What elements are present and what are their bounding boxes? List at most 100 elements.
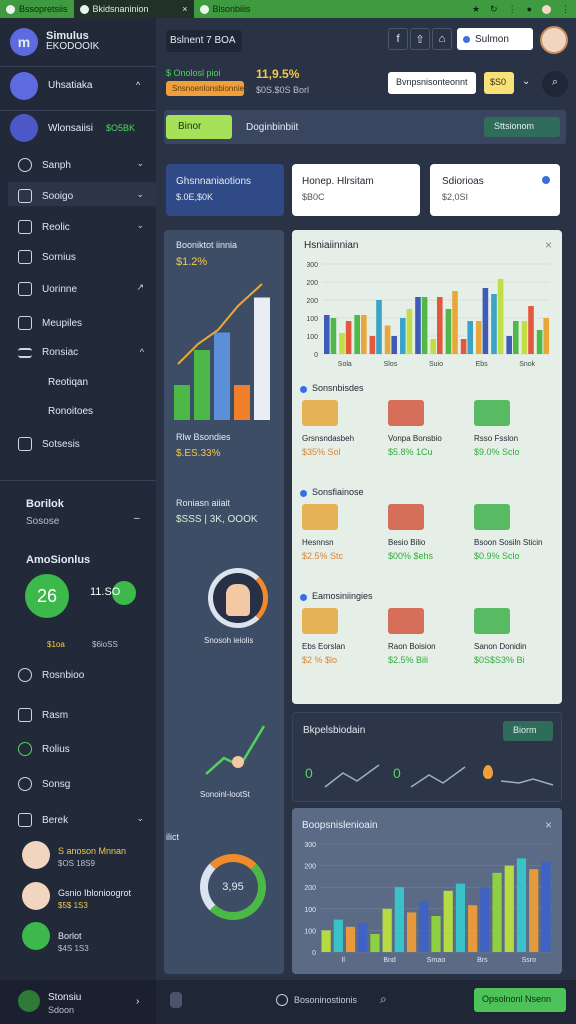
bar — [504, 865, 514, 952]
stat-card[interactable]: Sdiorioas $2,0SI — [430, 164, 560, 216]
browser-tab-active[interactable]: Bkidsnaninion × — [73, 0, 194, 18]
browser-toolbar: ★ ↻ ⋮ ● ⋮ — [466, 0, 576, 18]
y-tick-label: 200 — [306, 298, 318, 305]
page-title: Bslnent 7 BOA — [166, 30, 242, 52]
item-label: Besio Bilio — [388, 538, 426, 547]
bell-icon[interactable]: ● — [527, 4, 532, 14]
x-tick-label: Snok — [519, 361, 535, 368]
person-avatar[interactable] — [22, 841, 50, 869]
list-icon — [18, 250, 32, 264]
detail-button[interactable]: Biorm — [503, 721, 553, 741]
stat-card[interactable]: Honep. Hlrsitam $B0C — [292, 164, 420, 216]
sidebar-list-item[interactable]: Sonsg — [18, 777, 70, 791]
collapse-icon[interactable]: – — [134, 513, 140, 524]
item-illustration-icon — [302, 608, 338, 634]
trend-chart — [174, 283, 270, 420]
section-bullet-icon — [300, 490, 307, 497]
metric-sub: $6ioSS — [92, 640, 118, 649]
metric-value: 11.SO — [90, 586, 121, 598]
profile-icon[interactable] — [542, 4, 551, 14]
sidebar-list-item[interactable]: Rolius — [18, 742, 70, 756]
bar — [339, 333, 345, 354]
pin-icon — [483, 765, 493, 779]
sidebar-list-item[interactable]: Rasm — [18, 708, 68, 722]
chevron-up-icon[interactable]: ^ — [140, 347, 144, 357]
kpi-value: 11,9.5% — [256, 67, 300, 81]
sidebar-item-messages[interactable]: Uorinne — [18, 282, 77, 296]
sidebar-item-services[interactable]: Sornius — [18, 250, 76, 264]
chevron-up-icon[interactable]: ^ — [136, 80, 140, 90]
x-tick-label: Sola — [338, 361, 352, 368]
stat-card[interactable]: Ghsnnaniaotions $.0E,$0K — [166, 164, 284, 216]
menu-icon[interactable]: ⋮ — [508, 4, 517, 15]
y-tick-label: 100 — [304, 907, 316, 914]
tab-pill[interactable]: Binor — [166, 115, 232, 139]
star-icon[interactable]: ★ — [472, 4, 480, 15]
bar — [528, 306, 534, 354]
sidebar-item-search[interactable]: Sanph — [18, 158, 71, 172]
item-illustration-icon — [302, 504, 338, 530]
x-tick-label: Ebs — [476, 361, 489, 368]
bar — [415, 297, 421, 354]
kpi-label: $ Onolosl pioi — [166, 68, 221, 78]
bar — [354, 315, 360, 354]
lock-icon[interactable] — [170, 992, 182, 1008]
sidebar-subitem[interactable]: Reotiqan — [48, 377, 88, 388]
person-avatar[interactable] — [22, 882, 50, 910]
browser-tab[interactable]: Blsonbiiis — [194, 0, 257, 18]
expand-icon[interactable]: › — [136, 996, 139, 1007]
section-title: Sonsnbisdes — [312, 383, 364, 393]
external-link-icon[interactable]: ↗ — [136, 282, 144, 293]
y-tick-label: 200 — [304, 864, 316, 871]
item-value: $5.8% 1Cu — [388, 447, 433, 457]
badge[interactable]: $S0 — [484, 72, 514, 94]
user-avatar[interactable] — [10, 72, 38, 100]
close-icon[interactable]: × — [545, 818, 552, 832]
section-bullet-icon — [300, 594, 307, 601]
sidebar-list-item[interactable]: Rosnbioo — [18, 668, 84, 682]
browser-tab[interactable]: Bssopretsiis — [0, 0, 74, 18]
footer-search-label[interactable]: Bosoninostionis — [294, 995, 357, 1005]
more-icon[interactable]: ⋮ — [561, 4, 570, 15]
person-name: Borlot — [58, 931, 82, 941]
share-icon[interactable]: ⇧ — [410, 28, 430, 50]
profile-avatar[interactable] — [540, 26, 568, 54]
item-label: Raon Boision — [388, 642, 436, 651]
sidebar-item-settings[interactable]: Sotsesis — [18, 437, 80, 451]
item-value: $00% $ehs — [388, 551, 434, 561]
refresh-icon[interactable]: ↻ — [490, 4, 498, 15]
search-icon[interactable]: ⌕ — [380, 992, 387, 1007]
chevron-down-icon[interactable]: ⌄ — [136, 189, 144, 200]
sidebar-list-item[interactable]: Berek — [18, 813, 68, 827]
chevron-down-icon[interactable]: ⌄ — [522, 76, 530, 87]
chevron-down-icon[interactable]: ⌄ — [136, 158, 144, 169]
person-meta: $5$ 1S3 — [58, 901, 88, 910]
account-button[interactable]: Sulmon — [457, 28, 533, 50]
sidebar-item-storage[interactable]: Sooigo — [18, 189, 73, 203]
box-icon — [18, 813, 32, 827]
frog-logo-icon — [18, 990, 40, 1012]
search-icon[interactable]: ⌕ — [542, 71, 568, 97]
tab-icon — [199, 4, 209, 14]
x-tick-label: Ssro — [522, 957, 537, 964]
item-illustration-icon — [474, 504, 510, 530]
person-avatar[interactable] — [22, 922, 50, 950]
sidebar-item-reports[interactable]: Reolic — [18, 220, 70, 234]
chevron-down-icon[interactable]: ⌄ — [136, 813, 144, 824]
lock-icon[interactable]: ⌂ — [432, 28, 452, 50]
record-icon[interactable] — [276, 994, 288, 1006]
sidebar-subitem[interactable]: Ronoitoes — [48, 406, 93, 417]
sidebar-item-modules[interactable]: Meupiles — [18, 316, 82, 330]
action-button[interactable]: Bvnpsnisonteonnt — [388, 72, 476, 94]
facebook-icon[interactable]: f — [388, 28, 408, 50]
sidebar-item-records[interactable]: Ronsiac — [18, 347, 78, 358]
close-icon[interactable]: × — [545, 238, 552, 252]
primary-button[interactable]: Opsolnonl Nsenn — [474, 988, 566, 1012]
info-icon[interactable] — [542, 176, 550, 184]
close-icon[interactable]: × — [182, 4, 187, 14]
item-illustration-icon — [474, 400, 510, 426]
chevron-down-icon[interactable]: ⌄ — [136, 220, 144, 231]
toolbar-button[interactable]: Sttsionom — [484, 117, 560, 137]
kpi-button[interactable]: Snsnoenlonsbionniem — [166, 81, 251, 96]
x-tick-label: Il — [341, 957, 345, 964]
